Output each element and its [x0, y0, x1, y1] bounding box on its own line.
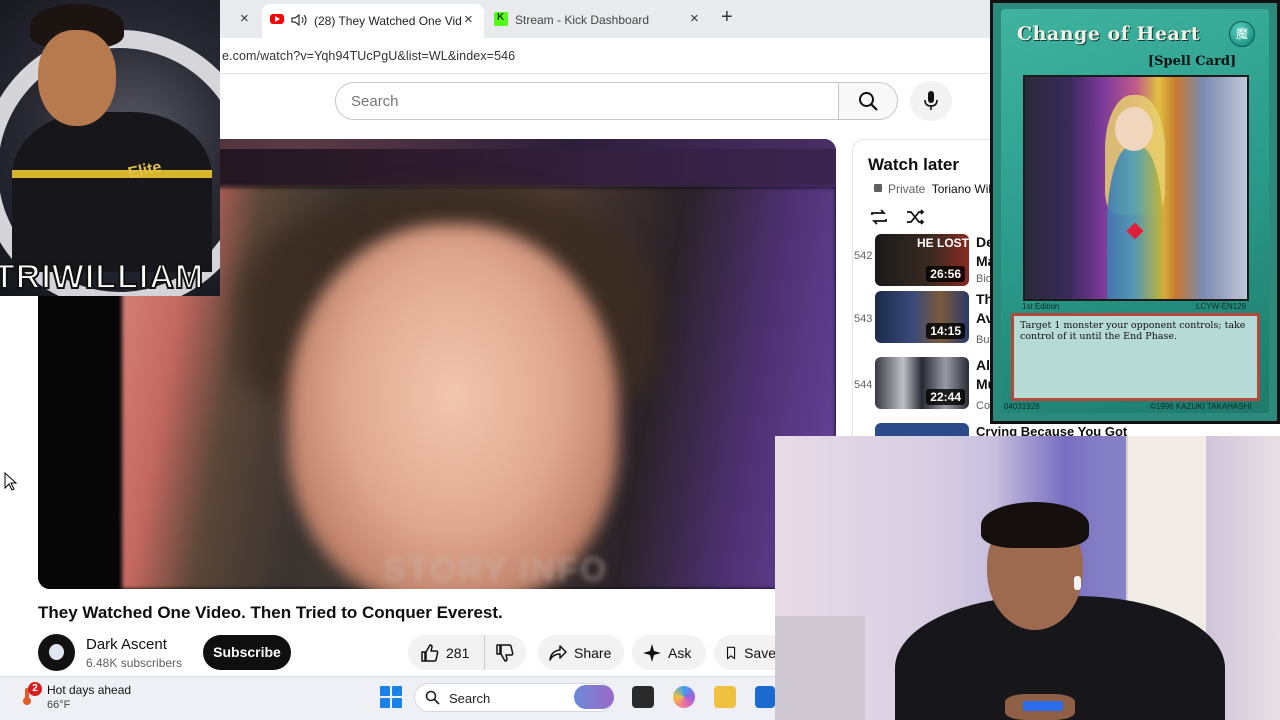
subscribe-button[interactable]: Subscribe [203, 635, 291, 670]
screen: ⌄ × (28) They Watched One Video × Stream… [0, 0, 1280, 720]
url-field[interactable]: e.com/watch?v=Yqh94TUcPgU&list=WL&index=… [222, 49, 515, 63]
video-duration: 22:44 [926, 389, 965, 405]
share-label: Share [574, 644, 612, 661]
search-input[interactable]: Search [335, 82, 839, 120]
shuffle-icon[interactable] [905, 207, 925, 227]
webcam-phone [1023, 701, 1063, 711]
card-edition: 1st Edition [1022, 302, 1060, 311]
channel-avatar[interactable] [38, 634, 75, 671]
webcam-overlay [775, 436, 1280, 720]
search-icon [425, 690, 440, 705]
thumbs-up-icon [421, 643, 439, 662]
dislike-button[interactable] [484, 635, 526, 670]
tab-youtube[interactable]: (28) They Watched One Video × [262, 4, 484, 38]
playlist-thumbnail: 22:44 [875, 357, 969, 409]
search-icon [859, 92, 878, 111]
share-icon [549, 644, 567, 661]
playlist-title[interactable]: Watch later [868, 155, 959, 175]
playlist-item-index: 544 [854, 379, 873, 391]
loop-icon[interactable] [869, 207, 889, 227]
start-tile [392, 686, 402, 696]
card-id: 04031928 [1004, 402, 1040, 411]
logo-shirt-stripe [12, 170, 212, 178]
microphone-icon [924, 91, 938, 110]
new-tab-button[interactable]: + [721, 6, 733, 29]
save-button[interactable]: Save [714, 635, 776, 670]
webcam-cabinet [775, 616, 865, 720]
tab-kick-label: Stream - Kick Dashboard [515, 13, 650, 27]
start-button[interactable] [380, 686, 402, 708]
file-explorer-icon[interactable] [714, 686, 736, 708]
close-tab-icon[interactable]: × [464, 11, 473, 28]
save-label: Save [744, 644, 776, 661]
card-name: Change of Heart [1017, 23, 1201, 45]
youtube-favicon-icon [270, 14, 284, 24]
ask-button[interactable]: Ask [632, 635, 706, 670]
playlist-thumbnail: 14:15 [875, 291, 969, 343]
video-subject-face [288, 224, 618, 589]
like-count: 281 [446, 644, 470, 661]
kick-favicon-icon [494, 12, 508, 26]
start-tile [380, 698, 390, 708]
spell-attribute-icon: 魔 [1229, 21, 1255, 47]
playlist-item[interactable]: 543 14:15 Th Av Bu [852, 291, 1012, 351]
playlist-item-index: 543 [854, 313, 873, 325]
task-view-icon[interactable] [632, 686, 654, 708]
copilot-icon[interactable] [673, 686, 695, 708]
search-highlight-icon[interactable] [574, 685, 614, 709]
subscriber-count: 6.48K subscribers [86, 656, 183, 670]
video-title: They Watched One Video. Then Tried to Co… [38, 603, 503, 622]
thumbs-down-icon [496, 643, 514, 662]
playlist-item[interactable]: 542 HE LOST 26:56 De Ma Bio [852, 234, 1012, 294]
lock-icon [874, 184, 882, 192]
playlist-item-channel: Co [976, 400, 991, 412]
card-set-code: LCYW-EN129 [1196, 302, 1247, 311]
store-icon[interactable] [755, 686, 775, 708]
video-duration: 26:56 [926, 266, 965, 282]
tab-kick[interactable]: Stream - Kick Dashboard × [488, 5, 710, 33]
card-effect-text: Target 1 monster your opponent controls;… [1011, 313, 1260, 401]
share-button[interactable]: Share [538, 635, 624, 670]
search-button[interactable] [838, 82, 898, 120]
ask-label: Ask [668, 644, 692, 661]
tab-youtube-label: (28) They Watched One Video [314, 14, 462, 28]
playlist-item-channel: Bu [976, 334, 990, 346]
channel-name[interactable]: Dark Ascent [86, 636, 167, 653]
earbud-icon [1074, 576, 1081, 590]
card-art-face [1115, 107, 1153, 151]
mouse-cursor-icon [4, 472, 18, 491]
logo-face [38, 30, 116, 126]
webcam-person-hair [981, 502, 1089, 548]
video-overlay-text: STORY INFO [383, 551, 609, 589]
speaker-icon[interactable] [291, 13, 307, 27]
streamer-brand-text: TRIWILLIAM [0, 257, 205, 296]
playlist-item[interactable]: 544 22:44 All Mu Co [852, 357, 1012, 417]
sparkle-icon [643, 643, 661, 662]
playlist-item-index: 542 [854, 250, 873, 262]
card-copyright: ©1996 KAZUKI TAKAHASHI [1150, 402, 1252, 411]
playlist-thumbnail [875, 423, 969, 437]
start-tile [380, 686, 390, 696]
playlist-privacy-label: Private [888, 182, 926, 196]
thumbnail-text: HE LOST [917, 236, 969, 250]
start-tile [392, 698, 402, 708]
weather-title[interactable]: Hot days ahead [47, 683, 131, 697]
bookmark-icon [726, 646, 736, 659]
weather-temperature: 66°F [47, 699, 71, 711]
voice-search-button[interactable] [910, 81, 952, 121]
card-type: [Spell Card] [1148, 54, 1237, 69]
playlist-thumbnail: HE LOST 26:56 [875, 234, 969, 286]
card-artwork [1023, 75, 1249, 301]
close-tab-icon[interactable]: × [690, 10, 699, 27]
streamer-logo-overlay: Elite TRIWILLIAM [0, 0, 220, 296]
video-duration: 14:15 [926, 323, 965, 339]
notification-badge: 2 [28, 682, 42, 696]
close-tab-icon[interactable]: × [240, 10, 249, 27]
logo-shirt [12, 112, 212, 272]
